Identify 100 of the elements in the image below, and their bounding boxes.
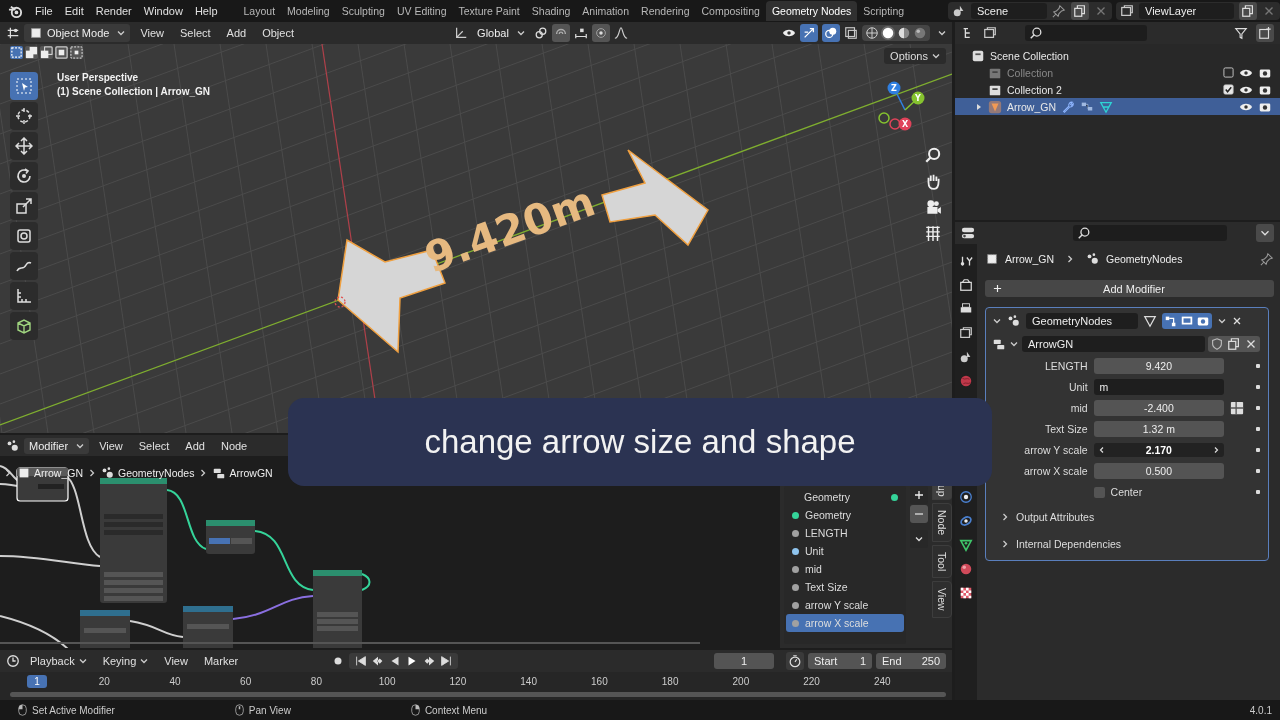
tool-button[interactable] xyxy=(10,312,38,340)
workspace-tab[interactable]: Sculpting xyxy=(335,1,391,21)
edit-mode-icon[interactable] xyxy=(1164,314,1178,328)
workspace-tab[interactable]: UV Editing xyxy=(390,1,453,21)
horizontal-scrollbar[interactable] xyxy=(0,642,700,644)
menu-item[interactable]: Render xyxy=(89,5,138,17)
menu-item[interactable]: Window xyxy=(137,5,189,17)
new-selection-icon[interactable] xyxy=(10,46,23,59)
image-stack-icon[interactable] xyxy=(959,326,973,340)
socket-list-item[interactable]: Unit xyxy=(786,542,904,560)
constraint-icon[interactable] xyxy=(959,514,973,528)
checker-icon[interactable] xyxy=(959,586,973,600)
add-modifier-button[interactable]: Add Modifier xyxy=(985,280,1274,297)
menu-item[interactable]: Select xyxy=(174,27,217,39)
pin-icon[interactable] xyxy=(1052,4,1066,18)
breadcrumb-item[interactable]: Arrow_GN xyxy=(1005,253,1054,265)
scene-selector[interactable]: Scene xyxy=(948,2,1112,20)
new-collection-icon[interactable] xyxy=(1256,24,1274,42)
breadcrumb-item[interactable]: Arrow_GN xyxy=(34,467,83,479)
workspace-tab[interactable]: Geometry Nodes xyxy=(765,1,858,21)
falloff-curve-icon[interactable] xyxy=(613,26,628,40)
socket-list-item[interactable]: arrow X scale xyxy=(786,614,904,632)
scene-icon[interactable] xyxy=(959,350,973,364)
close-icon[interactable] xyxy=(1232,316,1242,326)
sphere-icon[interactable] xyxy=(959,562,973,576)
menu-item[interactable]: Add xyxy=(179,439,211,452)
invert-selection-icon[interactable] xyxy=(55,46,68,59)
axes-icon[interactable] xyxy=(454,26,469,40)
printer-icon[interactable] xyxy=(959,302,973,316)
outliner-row[interactable]: Collection 2 xyxy=(955,81,1280,98)
workspace-tab[interactable]: Texture Paint xyxy=(452,1,526,21)
menu-item[interactable]: View xyxy=(93,439,129,452)
collapse-caret-icon[interactable] xyxy=(992,316,1002,326)
caret-icon[interactable] xyxy=(1256,224,1274,242)
breadcrumb-item[interactable]: GeometryNodes xyxy=(1106,253,1183,265)
menu-item[interactable]: Select xyxy=(132,439,176,452)
workspace-tab[interactable]: Modeling xyxy=(281,1,336,21)
current-frame-field[interactable]: 1 xyxy=(714,653,774,669)
graph-node[interactable] xyxy=(80,610,130,648)
camera-icon[interactable] xyxy=(924,198,942,216)
workspace-tab[interactable]: Shading xyxy=(525,1,577,21)
tool-button[interactable] xyxy=(10,282,38,310)
menu-item[interactable]: File xyxy=(29,5,59,17)
monitor-icon[interactable] xyxy=(1180,314,1194,328)
image-stack-icon[interactable] xyxy=(1120,4,1134,18)
breadcrumb-item[interactable]: ArrowGN xyxy=(229,467,273,479)
tool-button[interactable] xyxy=(10,102,38,130)
menu-item[interactable]: Playback xyxy=(24,655,93,667)
material-sphere-icon[interactable] xyxy=(897,26,911,40)
menu-item[interactable]: Edit xyxy=(58,5,90,17)
graph-node[interactable] xyxy=(313,570,362,648)
workspace-tab[interactable]: Rendering xyxy=(635,1,696,21)
sidebar-tab[interactable]: View xyxy=(932,581,952,618)
mode-dropdown[interactable]: Object Mode xyxy=(24,24,131,42)
socket-list-item[interactable]: LENGTH xyxy=(786,524,904,542)
menu-item[interactable]: View xyxy=(158,655,194,667)
subtract-selection-icon[interactable] xyxy=(40,46,53,59)
include-checkbox[interactable] xyxy=(1223,67,1234,78)
number-field[interactable]: 9.420 xyxy=(1093,358,1225,374)
subpanel-header[interactable]: Internal Dependencies xyxy=(992,534,1260,554)
modifier-name-field[interactable]: GeometryNodes xyxy=(1026,313,1138,329)
axis-dot[interactable] xyxy=(911,91,925,105)
proportional-icon[interactable] xyxy=(591,24,610,42)
gizmo-toggle-icon[interactable] xyxy=(800,24,818,42)
editor-type-icon[interactable] xyxy=(6,26,20,40)
outliner-row[interactable]: Collection xyxy=(955,64,1280,81)
copy-icon[interactable] xyxy=(1239,2,1257,20)
tool-button[interactable] xyxy=(10,222,38,250)
grid-icon[interactable] xyxy=(924,224,942,242)
sidebar-tab[interactable]: Tool xyxy=(932,544,952,579)
outliner-row[interactable]: Scene Collection xyxy=(955,47,1280,64)
view-layer-selector[interactable]: ViewLayer xyxy=(1116,2,1280,20)
menu-item[interactable]: Node xyxy=(214,439,254,452)
caret-icon[interactable] xyxy=(1217,316,1227,326)
tool-button[interactable] xyxy=(10,132,38,160)
number-field[interactable]: -2.400 xyxy=(1093,400,1225,416)
intersect-selection-icon[interactable] xyxy=(70,46,83,59)
rendered-sphere-icon[interactable] xyxy=(913,26,927,40)
shield-icon[interactable] xyxy=(1210,337,1224,351)
globe-icon[interactable] xyxy=(959,374,973,388)
pin-icon[interactable] xyxy=(1260,252,1274,266)
image-stack-icon[interactable] xyxy=(983,26,997,40)
link-icon[interactable] xyxy=(533,26,548,40)
xray-icon[interactable] xyxy=(844,26,858,40)
graph-node[interactable] xyxy=(100,478,167,603)
caret-icon[interactable] xyxy=(1009,339,1019,349)
copy-icon[interactable] xyxy=(1227,337,1241,351)
graph-node[interactable] xyxy=(206,520,255,554)
tool-settings-icon[interactable] xyxy=(959,254,973,268)
number-field[interactable]: 0.500 xyxy=(1093,463,1225,479)
search-field[interactable] xyxy=(1025,25,1147,41)
start-frame-field[interactable]: Start 1 xyxy=(808,653,872,669)
timeline-ruler[interactable]: 1 20 40 60 80 100 120 140 160 180 200 220 240 xyxy=(0,672,952,700)
filter-icon[interactable] xyxy=(1234,26,1248,40)
workspace-tab[interactable]: Animation xyxy=(576,1,636,21)
include-checkbox[interactable] xyxy=(1223,84,1234,95)
text-field[interactable]: m xyxy=(1093,379,1225,395)
socket-list-item[interactable]: Geometry xyxy=(786,506,904,524)
graph-node[interactable] xyxy=(183,606,233,648)
menu-item[interactable]: Keying xyxy=(96,655,155,667)
